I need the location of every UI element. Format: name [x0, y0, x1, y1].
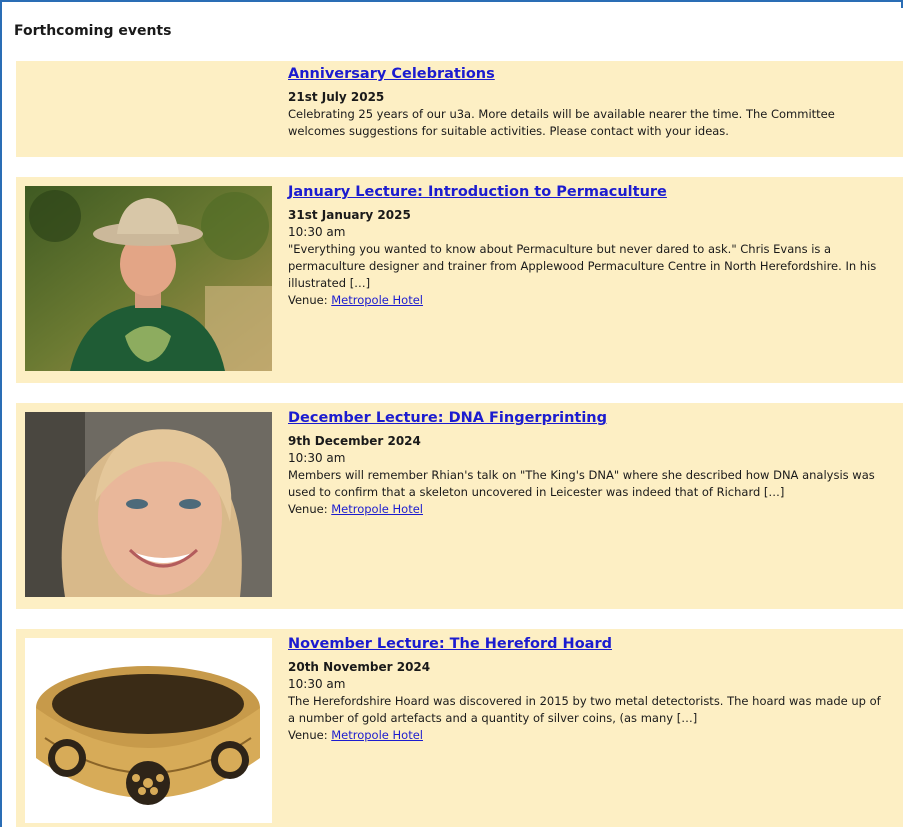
event-image-permaculture-speaker[interactable]: [25, 186, 272, 371]
event-time: 10:30 am: [288, 225, 346, 239]
event-card-permaculture: January Lecture: Introduction to Permacu…: [16, 177, 903, 383]
event-description: Celebrating 25 years of our u3a. More de…: [288, 107, 835, 138]
venue-link[interactable]: Metropole Hotel: [331, 502, 423, 516]
event-title-link[interactable]: December Lecture: DNA Fingerprinting: [288, 410, 888, 426]
panel-top-border: [0, 0, 903, 8]
event-venue: Venue: Metropole Hotel: [288, 727, 888, 744]
venue-label: Venue:: [288, 502, 328, 516]
gold-ring-photo: [25, 638, 272, 823]
event-time: 10:30 am: [288, 677, 346, 691]
event-description: Members will remember Rhian's talk on "T…: [288, 468, 875, 499]
venue-label: Venue:: [288, 728, 328, 742]
speaker-photo: [25, 412, 272, 597]
event-venue: Venue: Metropole Hotel: [288, 292, 888, 309]
event-venue: Venue: Metropole Hotel: [288, 501, 888, 518]
event-date: 9th December 2024: [288, 434, 421, 448]
venue-label: Venue:: [288, 293, 328, 307]
event-date: 31st January 2025: [288, 208, 411, 222]
event-time: 10:30 am: [288, 451, 346, 465]
event-card-hereford-hoard: November Lecture: The Hereford Hoard 20t…: [16, 629, 903, 827]
event-title-link[interactable]: November Lecture: The Hereford Hoard: [288, 636, 888, 652]
venue-link[interactable]: Metropole Hotel: [331, 728, 423, 742]
event-description: "Everything you wanted to know about Per…: [288, 242, 877, 290]
event-title-link[interactable]: January Lecture: Introduction to Permacu…: [288, 184, 888, 200]
venue-link[interactable]: Metropole Hotel: [331, 293, 423, 307]
event-image-gold-ring[interactable]: [25, 638, 272, 823]
speaker-photo: [25, 186, 272, 371]
section-title: Forthcoming events: [14, 23, 172, 39]
event-date: 20th November 2024: [288, 660, 431, 674]
event-date: 21st July 2025: [288, 90, 385, 104]
event-card-anniversary: Anniversary Celebrations 21st July 2025 …: [16, 61, 903, 157]
event-description: The Herefordshire Hoard was discovered i…: [288, 694, 881, 725]
event-card-dna: December Lecture: DNA Fingerprinting 9th…: [16, 403, 903, 609]
event-title-link[interactable]: Anniversary Celebrations: [288, 66, 888, 82]
event-image-dna-speaker[interactable]: [25, 412, 272, 597]
